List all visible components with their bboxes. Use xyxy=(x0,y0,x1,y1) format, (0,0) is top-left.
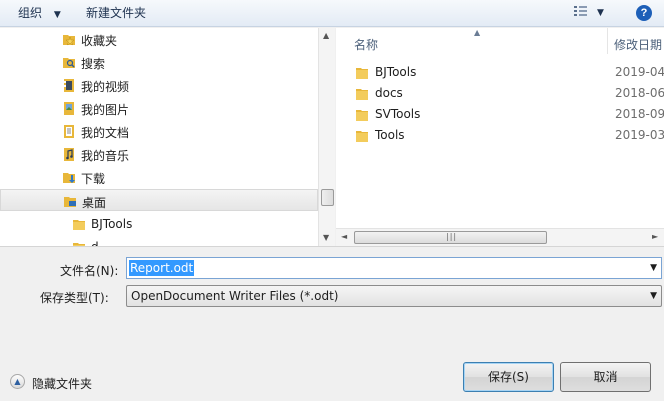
filetype-select[interactable]: OpenDocument Writer Files (*.odt) ▼ xyxy=(126,285,662,307)
organize-label: 组织 xyxy=(18,6,43,20)
filename-label: 文件名(N): xyxy=(60,264,119,278)
nav-item-bjtools[interactable]: BJTools xyxy=(0,213,318,235)
folder-icon xyxy=(355,128,369,143)
nav-label: BJTools xyxy=(91,217,133,231)
nav-item-videos[interactable]: 我的视频 xyxy=(0,74,318,96)
column-divider[interactable] xyxy=(607,28,608,54)
nav-item-downloads[interactable]: 下载 xyxy=(0,166,318,188)
organize-button[interactable]: 组织 ▼ xyxy=(18,5,61,22)
file-row[interactable]: Tools 2019-03- xyxy=(336,125,664,146)
nav-item-search[interactable]: 搜索 xyxy=(0,51,318,73)
nav-label: 搜索 xyxy=(81,57,106,71)
file-row[interactable]: BJTools 2019-04- xyxy=(336,62,664,83)
nav-item-pictures[interactable]: 我的图片 xyxy=(0,97,318,119)
nav-label: 下载 xyxy=(81,172,106,186)
folder-icon xyxy=(355,107,369,122)
column-name-header[interactable]: 名称 xyxy=(354,36,378,53)
nav-label: 我的文档 xyxy=(81,126,130,140)
pictures-icon xyxy=(62,100,76,116)
folder-icon xyxy=(355,65,369,80)
file-date: 2018-06- xyxy=(615,86,664,100)
nav-item-music[interactable]: 我的音乐 xyxy=(0,143,318,165)
filename-value[interactable]: Report.odt xyxy=(129,260,195,276)
scroll-thumb[interactable]: ||| xyxy=(354,231,547,244)
scroll-down-icon[interactable]: ▼ xyxy=(323,233,329,242)
file-name: Tools xyxy=(375,128,405,142)
view-dropdown-icon[interactable]: ▼ xyxy=(597,5,604,22)
grip-icon: ||| xyxy=(446,232,458,241)
pane-divider xyxy=(0,246,664,247)
scroll-thumb[interactable] xyxy=(321,189,334,206)
downloads-icon xyxy=(62,169,76,185)
save-button[interactable]: 保存(S) xyxy=(463,362,554,392)
file-name: docs xyxy=(375,86,403,100)
desktop-icon xyxy=(63,193,77,209)
column-header: ▲ 名称 修改日期 xyxy=(336,28,664,54)
search-folder-icon xyxy=(62,54,76,70)
filename-field[interactable]: Report.odt ▼ xyxy=(126,257,662,279)
nav-item-desktop[interactable]: 桌面 xyxy=(0,189,318,211)
file-date: 2018-09- xyxy=(615,107,664,121)
cancel-button[interactable]: 取消 xyxy=(560,362,651,392)
file-row[interactable]: SVTools 2018-09- xyxy=(336,104,664,125)
column-date-header[interactable]: 修改日期 xyxy=(614,36,662,53)
scroll-left-icon[interactable]: ◄ xyxy=(341,232,347,241)
nav-label: 我的视频 xyxy=(81,80,130,94)
documents-icon xyxy=(62,123,76,139)
folder-icon xyxy=(355,86,369,101)
nav-item-d[interactable]: d xyxy=(0,236,318,246)
filetype-label: 保存类型(T): xyxy=(40,291,109,305)
file-name: SVTools xyxy=(375,107,421,121)
nav-label: 收藏夹 xyxy=(81,34,118,48)
chevron-down-icon: ▼ xyxy=(53,10,61,20)
view-options-icon[interactable] xyxy=(572,4,590,22)
file-row[interactable]: docs 2018-06- xyxy=(336,83,664,104)
filetype-value: OpenDocument Writer Files (*.odt) xyxy=(131,289,339,303)
nav-item-documents[interactable]: 我的文档 xyxy=(0,120,318,142)
nav-label: 我的图片 xyxy=(81,103,130,117)
file-horizontal-scrollbar[interactable]: ◄ ||| ► xyxy=(336,228,664,246)
new-folder-button[interactable]: 新建文件夹 xyxy=(86,5,146,22)
music-icon xyxy=(62,146,76,162)
file-name: BJTools xyxy=(375,65,417,79)
nav-vertical-scrollbar[interactable]: ▲ ▼ xyxy=(318,28,335,246)
nav-item-favorites[interactable]: 收藏夹 xyxy=(0,28,318,50)
file-date: 2019-04- xyxy=(615,65,664,79)
nav-label: 桌面 xyxy=(82,196,107,210)
sort-ascending-icon: ▲ xyxy=(474,28,481,37)
file-list-pane: ▲ 名称 修改日期 BJTools 2019-04- docs 2018-06-… xyxy=(336,28,664,246)
help-icon[interactable]: ? xyxy=(636,5,652,21)
folder-icon xyxy=(72,239,86,246)
folder-icon xyxy=(72,216,86,232)
videos-icon xyxy=(62,77,76,93)
scroll-right-icon[interactable]: ► xyxy=(652,232,658,241)
nav-label: 我的音乐 xyxy=(81,149,130,163)
star-folder-icon xyxy=(62,31,76,47)
file-date: 2019-03- xyxy=(615,128,664,142)
command-bar: 组织 ▼ 新建文件夹 ▼ ? xyxy=(0,0,664,27)
scroll-up-icon[interactable]: ▲ xyxy=(323,31,329,40)
navigation-pane: 收藏夹 搜索 我的视频 我的图片 我的文档 我的音乐 下载 桌面 BJTools xyxy=(0,28,318,246)
hide-folders-label: 隐藏文件夹 xyxy=(32,377,93,391)
chevron-down-icon[interactable]: ▼ xyxy=(650,291,657,301)
chevron-up-icon: ▲ xyxy=(10,374,25,389)
new-folder-label: 新建文件夹 xyxy=(86,6,147,20)
chevron-down-icon[interactable]: ▼ xyxy=(650,263,657,273)
